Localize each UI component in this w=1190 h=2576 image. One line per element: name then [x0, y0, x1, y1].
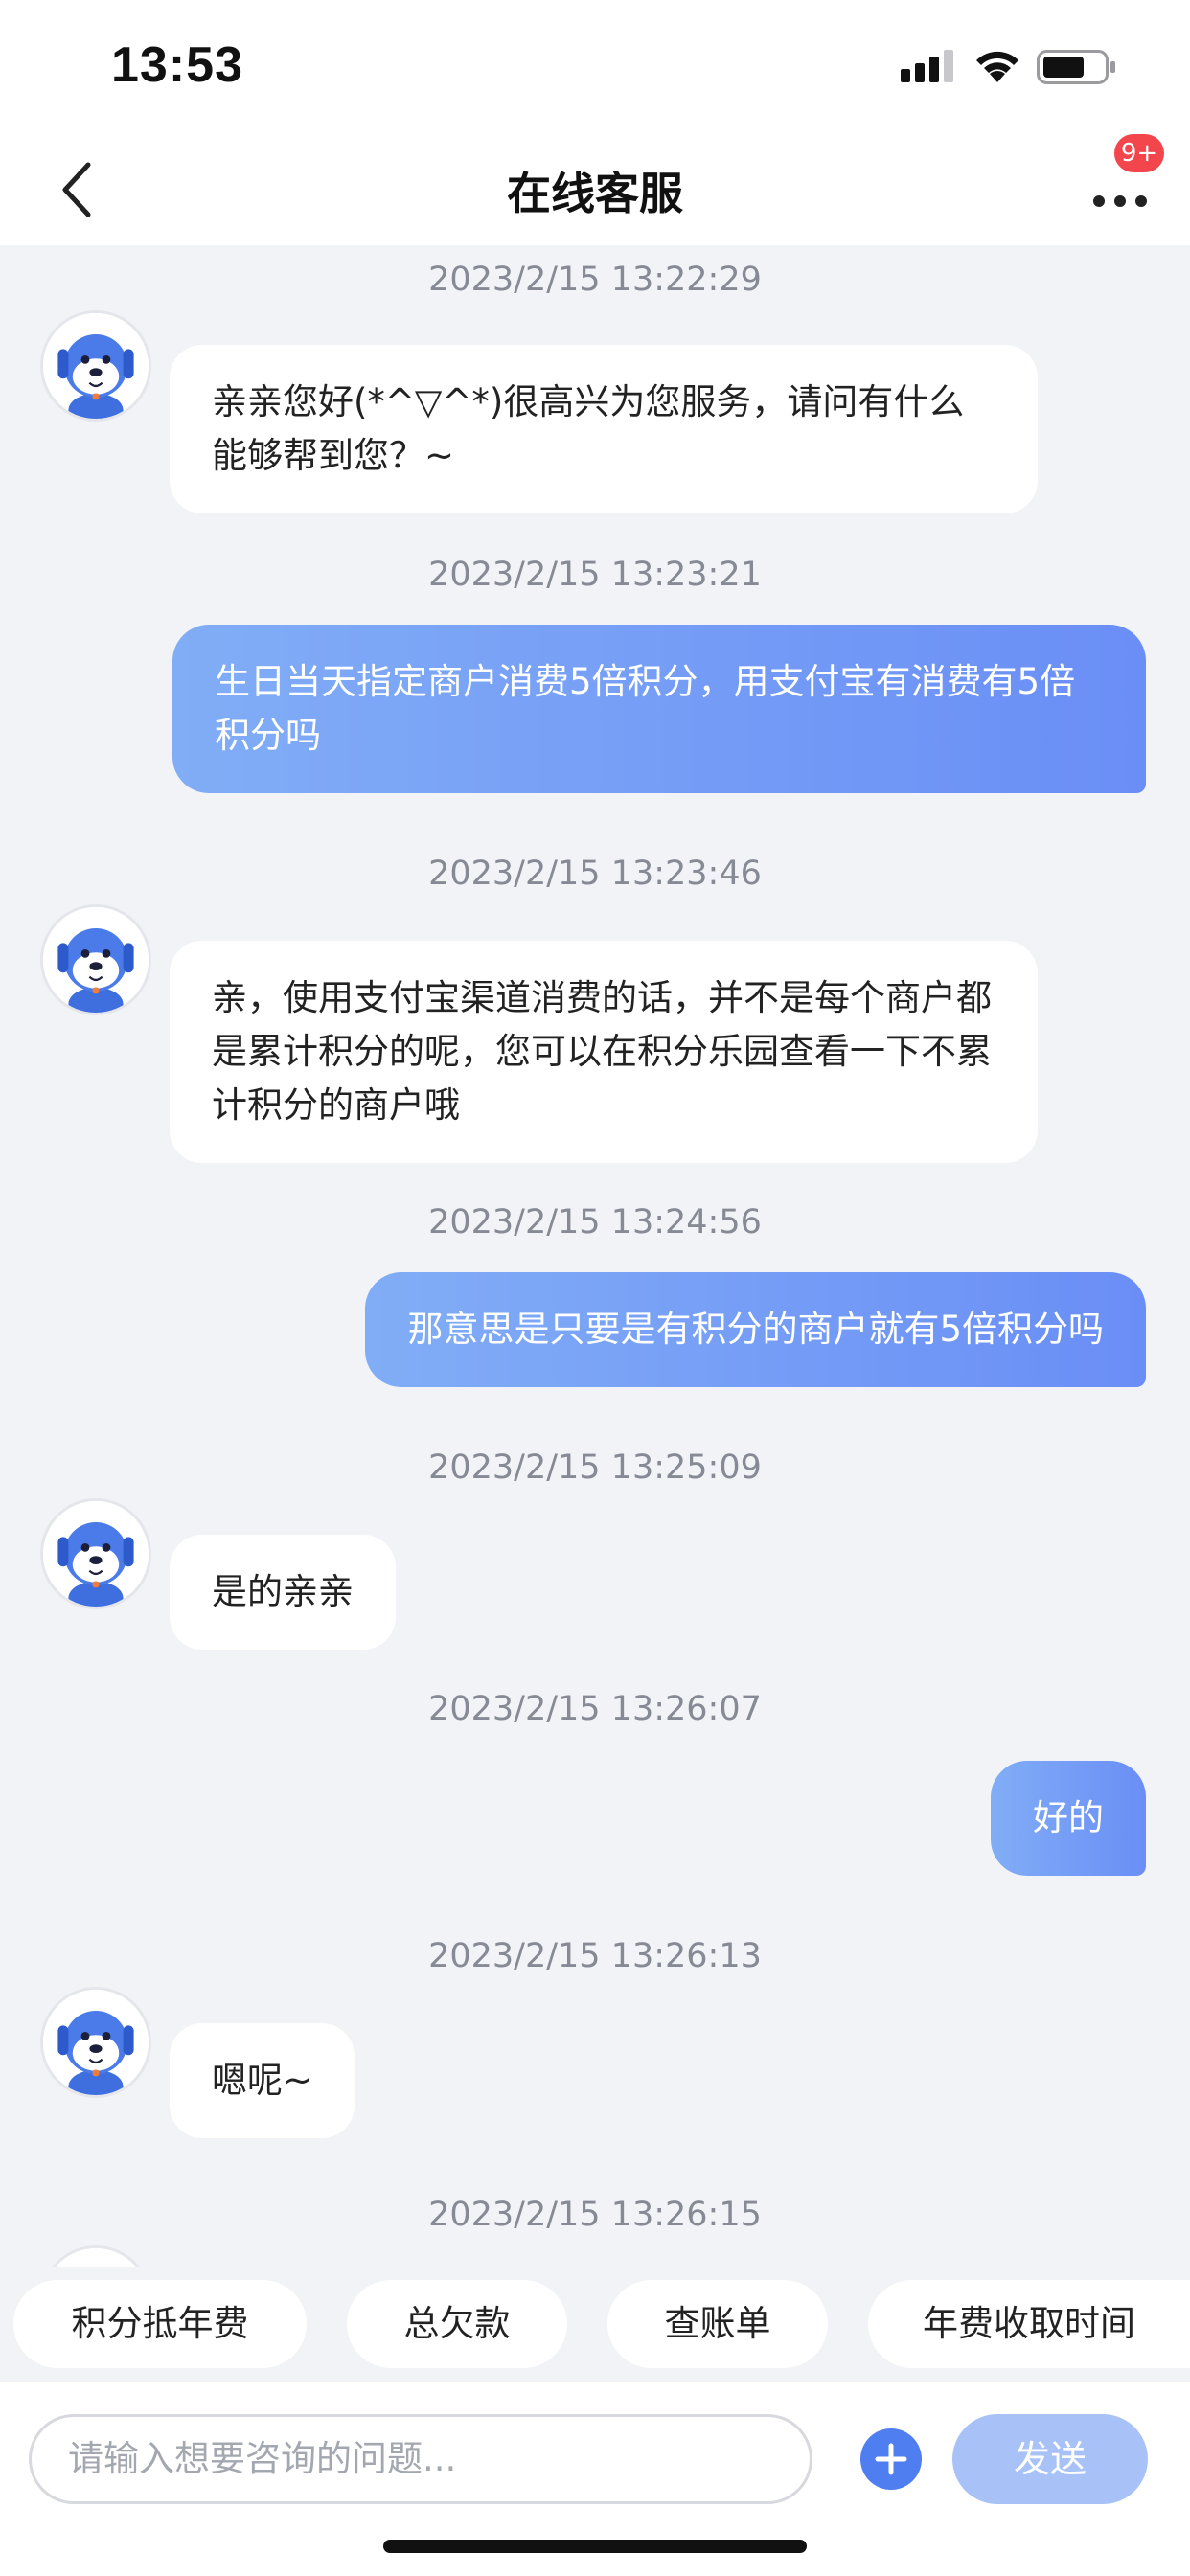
robot-dog-avatar-icon: [43, 907, 149, 1013]
agent-avatar[interactable]: [40, 1498, 151, 1609]
status-bar: 13:53: [0, 0, 1190, 134]
more-dots-icon[interactable]: [1090, 172, 1150, 211]
agent-avatar[interactable]: [40, 310, 151, 422]
home-indicator: [383, 2540, 807, 2553]
robot-dog-avatar-icon: [43, 2248, 149, 2267]
agent-message-bubble: 嗯呢~: [170, 2023, 355, 2138]
quick-reply-bar: 积分抵年费 总欠款 查账单 年费收取时间: [0, 2267, 1190, 2382]
agent-message-bubble: 是的亲亲: [170, 1535, 396, 1650]
wifi-icon: [976, 51, 1018, 82]
agent-avatar[interactable]: [40, 904, 151, 1015]
plus-circle-icon: [875, 2443, 907, 2475]
send-button[interactable]: 发送: [952, 2414, 1148, 2504]
message-timestamp: 2023/2/15 13:23:46: [428, 855, 762, 893]
chat-message-list[interactable]: 2023/2/15 13:22:29 亲亲您好(*^▽^*)很高兴为您服务，请问…: [0, 245, 1190, 2267]
quick-reply-chip[interactable]: 查账单: [607, 2280, 828, 2368]
quick-reply-chip[interactable]: 年费收取时间: [868, 2280, 1190, 2368]
message-timestamp: 2023/2/15 13:26:07: [428, 1690, 762, 1728]
message-timestamp: 2023/2/15 13:22:29: [428, 261, 762, 299]
signal-icon: [901, 50, 953, 82]
page-title: 在线客服: [507, 168, 683, 219]
message-timestamp: 2023/2/15 13:23:21: [428, 556, 762, 594]
agent-avatar[interactable]: [40, 1987, 151, 2098]
robot-dog-avatar-icon: [43, 1990, 149, 2095]
message-timestamp: 2023/2/15 13:24:56: [428, 1203, 762, 1242]
notification-badge: 9+: [1114, 134, 1164, 172]
status-time: 13:53: [111, 37, 243, 93]
agent-message-bubble: 亲亲您好(*^▽^*)很高兴为您服务，请问有什么能够帮到您？~: [170, 345, 1038, 513]
message-timestamp: 2023/2/15 13:26:13: [428, 1937, 762, 1975]
user-message-bubble: 那意思是只要是有积分的商户就有5倍积分吗: [365, 1272, 1146, 1387]
agent-avatar[interactable]: [40, 2245, 151, 2267]
plus-button[interactable]: [860, 2428, 922, 2490]
user-message-bubble: 生日当天指定商户消费5倍积分，用支付宝有消费有5倍积分吗: [172, 625, 1146, 793]
battery-icon: [1037, 50, 1115, 84]
nav-bar: 在线客服 9+: [0, 134, 1190, 245]
quick-reply-chip[interactable]: 总欠款: [347, 2280, 567, 2368]
input-bar: 请输入想要咨询的问题... 发送: [0, 2382, 1190, 2576]
message-timestamp: 2023/2/15 13:26:15: [428, 2196, 762, 2234]
robot-dog-avatar-icon: [43, 1501, 149, 1607]
message-input[interactable]: 请输入想要咨询的问题...: [29, 2414, 812, 2504]
user-message-bubble: 好的: [991, 1761, 1146, 1876]
robot-dog-avatar-icon: [43, 313, 149, 419]
message-timestamp: 2023/2/15 13:25:09: [428, 1448, 762, 1487]
agent-message-bubble: 亲，使用支付宝渠道消费的话，并不是每个商户都是累计积分的呢，您可以在积分乐园查看…: [170, 941, 1038, 1163]
quick-reply-chip[interactable]: 积分抵年费: [13, 2280, 307, 2368]
